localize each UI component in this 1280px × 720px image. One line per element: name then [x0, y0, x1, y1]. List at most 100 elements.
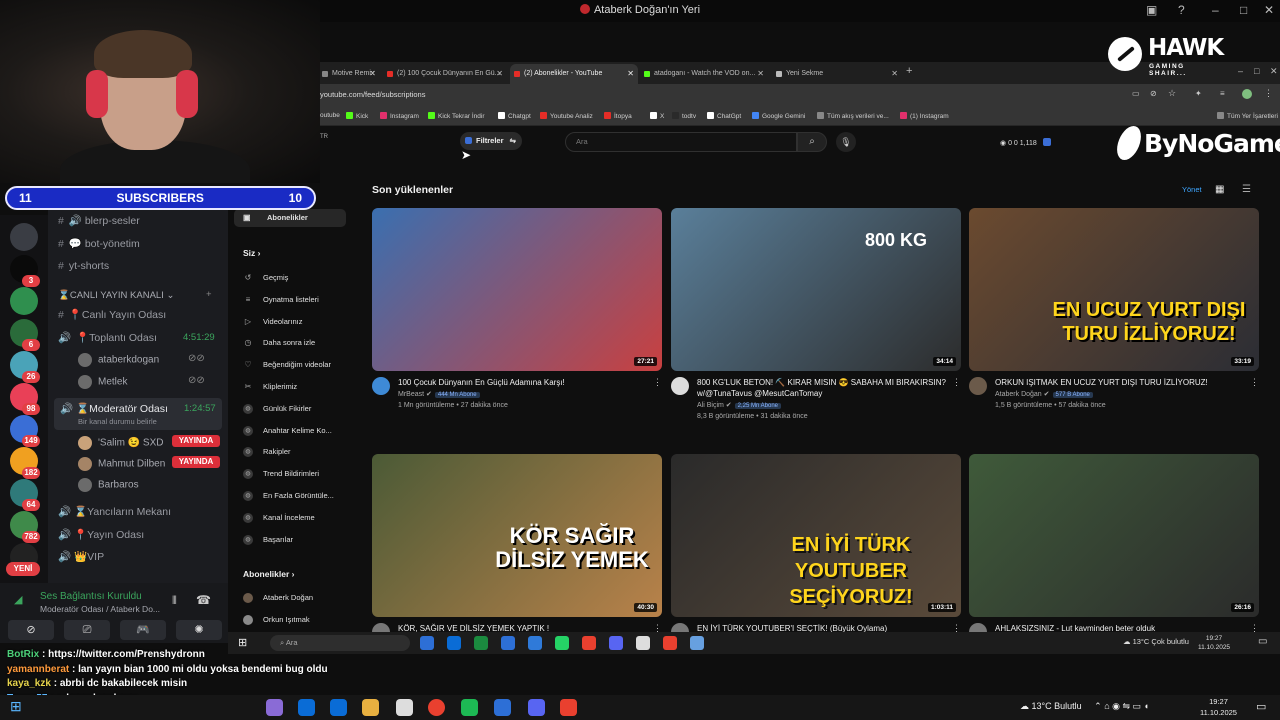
video-thumbnail[interactable]: KÖR SAĞIR DİLSİZ YEMEK 40:30 [372, 454, 662, 617]
taskbar-app-icon[interactable] [560, 699, 577, 716]
voice-user[interactable]: Barbaros [78, 478, 139, 492]
server-icon[interactable] [10, 223, 38, 251]
screen-share-icon[interactable]: ▣ [1146, 3, 1157, 17]
taskbar-app-icon[interactable] [690, 636, 704, 650]
category-canli-yayin[interactable]: ⌛CANLI YAYIN KANALI ⌄ + [58, 289, 212, 301]
taskbar-app-icon[interactable] [582, 636, 596, 650]
tray-icons[interactable]: ⌃ ⌂ ◉ ⇋ ▭ ◖ [1094, 701, 1149, 711]
soundboard-button[interactable]: ✺ [176, 620, 222, 640]
voice-canli-yayin[interactable]: # 📍Canlı Yayın Odası [58, 308, 166, 321]
video-thumbnail[interactable]: 27:21 [372, 208, 662, 371]
help-icon[interactable]: ? [1178, 3, 1185, 17]
remote-clock[interactable]: 19:27 11.10.2025 [1198, 634, 1230, 652]
video-thumbnail[interactable]: 26:16 [969, 454, 1259, 617]
video-card[interactable]: EN UCUZ YURT DIŞI TURU İZLİYORUZ! 33:19 OR… [969, 208, 1259, 409]
search-input[interactable]: Ara [565, 132, 797, 152]
minimize-button[interactable]: – [1212, 3, 1219, 17]
taskbar-app-icon[interactable] [420, 636, 434, 650]
camera-off-button[interactable]: ⊘ [8, 620, 54, 640]
taskbar-app-icon[interactable] [474, 636, 488, 650]
taskbar-app-icon[interactable] [501, 636, 515, 650]
sidebar-item-subscriptions[interactable]: ▣ Abonelikler [234, 209, 346, 227]
channel-status[interactable]: Bir kanal durumu belirle [78, 417, 157, 426]
maximize-button[interactable]: □ [1240, 3, 1247, 17]
list-view-icon[interactable]: ☰ [1242, 184, 1251, 195]
voice-search-button[interactable]: 🎙 [836, 132, 856, 152]
sidebar-item[interactable]: ▷ Videolarınız [234, 314, 344, 330]
close-button[interactable]: ✕ [1264, 3, 1274, 17]
sidebar-item[interactable]: ◍ Günlük Fikirler [234, 401, 344, 417]
sidebar-item[interactable]: ◍ Başarılar [234, 532, 344, 548]
video-title[interactable]: ORKUN IŞITMAK EN UCUZ YURT DIŞI TURU İZL… [995, 377, 1250, 388]
sidebar-item[interactable]: ✂ Kliplerimiz [234, 379, 344, 395]
video-card[interactable]: 26:16 AHLAKSIZSINIZ - Lut kavminden beter… [969, 454, 1259, 641]
search-button[interactable]: ⌕ [797, 132, 827, 152]
channel-bot-yonetim[interactable]: # 💬 bot-yönetim [58, 237, 140, 250]
sidebar-item[interactable]: ≡ Oynatma listeleri [234, 292, 344, 308]
sidebar-item[interactable]: ↺ Geçmiş [234, 270, 344, 286]
sidebar-item[interactable]: ◍ Anahtar Kelime Ko... [234, 423, 344, 439]
windows-start-icon[interactable]: ⊞ [10, 698, 22, 715]
sidebar-item[interactable]: ◍ Rakipler [234, 444, 344, 460]
taskbar-app-icon[interactable] [528, 636, 542, 650]
video-channel[interactable]: Ali Biçim ✔ 2,25 Mn Abone [697, 401, 782, 409]
taskbar-app-icon[interactable] [298, 699, 315, 716]
taskbar-app-icon[interactable] [494, 699, 511, 716]
video-card[interactable]: 27:21 100 Çocuk Dünyanın En Güçlü Adamına… [372, 208, 662, 409]
taskbar-app-icon[interactable] [609, 636, 623, 650]
manage-link[interactable]: Yönet [1182, 185, 1202, 194]
sidebar-header-subscriptions[interactable]: Abonelikler › [234, 569, 295, 579]
taskbar-app-icon[interactable] [636, 636, 650, 650]
voice-yayin[interactable]: 🔊 📍Yayın Odası [58, 528, 144, 541]
video-thumbnail[interactable]: 800 KG 34:14 [671, 208, 961, 371]
taskbar-app-icon[interactable] [428, 699, 445, 716]
disconnect-icon[interactable]: ☎ [196, 593, 211, 607]
taskbar-app-icon[interactable] [447, 636, 461, 650]
voice-user[interactable]: ataberkdogan ⊘⊘ [78, 353, 205, 367]
sidebar-item[interactable]: ◍ Trend Bildirimleri [234, 466, 344, 482]
sidebar-item[interactable]: ◷ Daha sonra izle [234, 335, 344, 351]
taskbar-app-icon[interactable] [528, 699, 545, 716]
extension-icon[interactable] [1042, 138, 1051, 146]
video-channel[interactable]: MrBeast ✔ 444 Mn Abone [398, 390, 480, 398]
screen-share-button[interactable]: ⎚ [64, 620, 110, 640]
sidebar-item[interactable]: ◍ Kanal İnceleme [234, 510, 344, 526]
video-menu-icon[interactable]: ⋮ [952, 377, 961, 388]
taskbar-app-icon[interactable] [461, 699, 478, 716]
voice-yancilar[interactable]: 🔊 ⌛Yancıların Mekanı [58, 505, 171, 518]
video-thumbnail[interactable]: EN İYİ TÜRK YOUTUBER SEÇİYORUZ! 1:03:11 [671, 454, 961, 617]
remote-weather[interactable]: ☁ 13°C Çok bulutlu [1123, 637, 1189, 646]
taskbar-app-icon[interactable] [362, 699, 379, 716]
taskbar-app-icon[interactable] [330, 699, 347, 716]
taskbar-app-icon[interactable] [663, 636, 677, 650]
voice-moderator[interactable]: 🔊 ⌛Moderatör Odası [60, 402, 168, 415]
voice-toplanti[interactable]: 🔊 📍Toplantı Odası [58, 331, 157, 344]
video-title[interactable]: 800 KG'LUK BETON! ⛏️ KIRAR MISIN 😎 SABAH… [697, 377, 952, 399]
video-channel[interactable]: Ataberk Doğan ✔ 577 B Abone [995, 390, 1093, 398]
voice-vip[interactable]: 🔊 👑VIP [58, 550, 104, 563]
voice-user[interactable]: 'Salim 😉 SXD [78, 436, 163, 450]
voice-location[interactable]: Moderatör Odası / Ataberk Do... [40, 604, 160, 614]
video-card[interactable]: 800 KG 34:14 800 KG'LUK BETON! ⛏️ KIRAR MI… [671, 208, 961, 420]
host-clock[interactable]: 19:27 11.10.2025 [1200, 696, 1237, 718]
video-thumbnail[interactable]: EN UCUZ YURT DIŞI TURU İZLİYORUZ! 33:19 [969, 208, 1259, 371]
voice-user[interactable]: Mahmut Dilben [78, 457, 165, 471]
channel-yt-shorts[interactable]: # yt-shorts [58, 260, 109, 272]
sidebar-header-you[interactable]: Siz › [234, 248, 260, 258]
video-card[interactable]: KÖR SAĞIR DİLSİZ YEMEK 40:30 KÖR, SAĞIR VE… [372, 454, 662, 641]
video-title[interactable]: 100 Çocuk Dünyanın En Güçlü Adamına Karş… [398, 377, 653, 388]
taskbar-app-icon[interactable] [396, 699, 413, 716]
notification-icon[interactable]: ▭ [1256, 700, 1266, 713]
sidebar-item[interactable]: ♡ Beğendiğim videolar [234, 357, 344, 373]
voice-user[interactable]: Metlek ⊘⊘ [78, 375, 205, 389]
voice-status[interactable]: Ses Bağlantısı Kuruldu [40, 591, 142, 602]
taskbar-app-icon[interactable] [555, 636, 569, 650]
notification-icon[interactable]: ▭ [1258, 636, 1267, 647]
sidebar-item[interactable]: ◍ En Fazla Görüntüle... [234, 488, 344, 504]
grid-view-icon[interactable]: ▦ [1215, 184, 1224, 195]
video-menu-icon[interactable]: ⋮ [1250, 377, 1259, 388]
channel-avatar[interactable] [671, 377, 689, 395]
video-card[interactable]: EN İYİ TÜRK YOUTUBER SEÇİYORUZ! 1:03:11 EN… [671, 454, 961, 641]
server-icon[interactable] [10, 287, 38, 315]
channel-blerp[interactable]: # 🔊 blerp-sesler [58, 214, 140, 227]
